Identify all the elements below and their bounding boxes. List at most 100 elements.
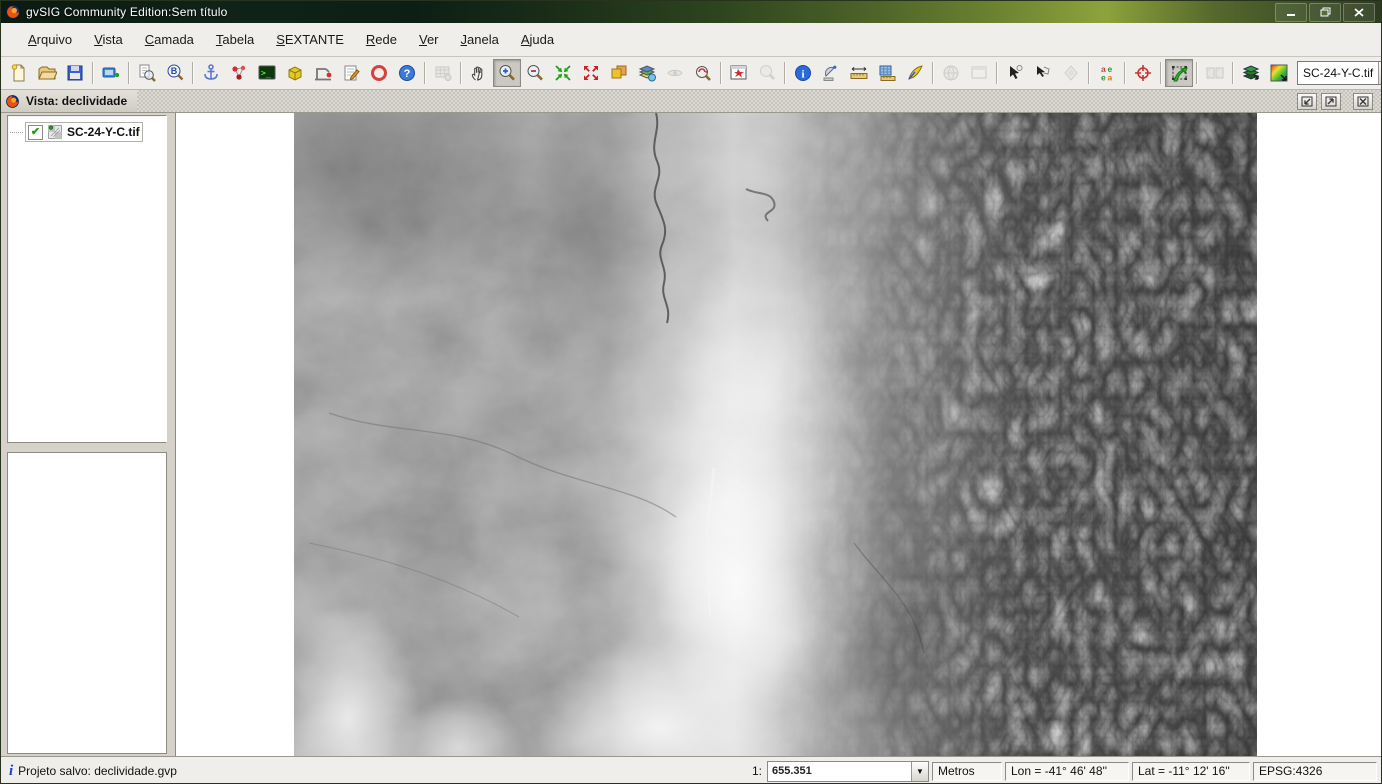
select-by-buffer-button[interactable] [1057,59,1085,87]
zoom-manager-button[interactable] [689,59,717,87]
toolbar-separator [720,62,722,84]
vista-titlebar[interactable]: Vista: declividade [1,90,1381,113]
menu-sextante[interactable]: SEXTANTE [265,28,355,51]
table-settings-button[interactable] [429,59,457,87]
menu-tabela[interactable]: Tabela [205,28,265,51]
new-project-button[interactable] [5,59,33,87]
vista-titlebar-texture [137,90,1289,112]
toolbar-separator [128,62,130,84]
map-canvas[interactable] [175,113,1381,756]
magminus-icon [525,63,545,83]
menu-janela[interactable]: Janela [450,28,510,51]
menu-vista[interactable]: Vista [83,28,134,51]
sextante-toolbox-button[interactable] [197,59,225,87]
select-by-polygon-button[interactable] [1029,59,1057,87]
save-project-button[interactable] [61,59,89,87]
measure-area-button[interactable] [873,59,901,87]
menu-rede[interactable]: Rede [355,28,408,51]
toolbar-separator [932,62,934,84]
toolbar-buttons: B >_? i aeea [5,57,1293,89]
zoom-out-button[interactable] [521,59,549,87]
zoom-selection-button[interactable] [549,59,577,87]
toolbar-separator [1088,62,1090,84]
area-icon [877,63,897,83]
color-table-button[interactable] [1265,59,1293,87]
close-button[interactable] [1343,3,1375,22]
pan-button[interactable] [465,59,493,87]
folder-icon [37,63,57,83]
raster-info-button[interactable] [817,59,845,87]
toolbar-separator [424,62,426,84]
layer-combo-dropdown-icon[interactable]: ▼ [1378,62,1382,84]
attribute-locator-button[interactable]: aeea [1093,59,1121,87]
raster-layer-select-button[interactable] [1165,59,1193,87]
aeea-icon: aeea [1097,63,1117,83]
locator-panel [7,452,167,754]
svg-text:>_: >_ [261,69,271,78]
menu-camada[interactable]: Camada [134,28,205,51]
web-map-button[interactable] [937,59,965,87]
panel-splitter[interactable] [167,113,175,756]
status-message: Projeto salvo: declividade.gvp [18,764,177,778]
layer-visibility-checkbox[interactable]: ✔ [28,125,43,140]
sextante-history-button[interactable] [309,59,337,87]
layer-manager-button[interactable] [633,59,661,87]
layer-combo[interactable]: SC-24-Y-C.tif ▼ [1297,61,1382,85]
map-frame-button[interactable] [725,59,753,87]
info-by-point-button[interactable]: i [789,59,817,87]
toc-splitter[interactable] [7,443,167,452]
page-zoom-button[interactable] [133,59,161,87]
scale-dropdown-icon[interactable]: ▼ [911,762,928,781]
toolbar-separator [996,62,998,84]
new-view-button[interactable] [97,59,125,87]
sextante-record-button[interactable] [365,59,393,87]
sextante-edit-button[interactable] [337,59,365,87]
window-titlebar[interactable]: gvSIG Community Edition:Sem título [1,1,1381,23]
toolbar-separator [192,62,194,84]
center-view-to-point-button[interactable] [1129,59,1157,87]
sextante-console-button[interactable]: >_ [253,59,281,87]
box-icon [285,63,305,83]
pagemag-icon [137,63,157,83]
arrin-icon [553,63,573,83]
hand-icon [469,63,489,83]
zoom-full-extent-button[interactable] [577,59,605,87]
overview-window-button[interactable] [965,59,993,87]
antenna-icon [821,63,841,83]
raster-bands-button[interactable] [1237,59,1265,87]
measure-distance-button[interactable] [845,59,873,87]
floppy-icon [65,63,85,83]
scale-zoom-button[interactable]: B [161,59,189,87]
frames-icon [1205,63,1225,83]
menu-ver[interactable]: Ver [408,28,450,51]
layer-combo-value: SC-24-Y-C.tif [1298,66,1378,80]
sextante-models-button[interactable] [281,59,309,87]
hyperlink-button[interactable] [901,59,929,87]
locator-zoom-button[interactable] [753,59,781,87]
windis-icon [969,63,989,83]
visibility-button[interactable] [661,59,689,87]
grid-icon [433,63,453,83]
zoom-previous-button[interactable] [605,59,633,87]
vista-title: Vista: declividade [26,94,127,108]
menu-ajuda[interactable]: Ajuda [510,28,565,51]
menu-arquivo[interactable]: Arquivo [17,28,83,51]
open-project-button[interactable] [33,59,61,87]
vista-minimize-button[interactable] [1297,93,1317,110]
sextante-modeler-button[interactable] [225,59,253,87]
raster-frames-button[interactable] [1201,59,1229,87]
bandlay-icon [1241,63,1261,83]
scale-combo[interactable]: 655.351 ▼ [767,761,929,782]
select-by-point-button[interactable] [1001,59,1029,87]
selsh-icon [1033,63,1053,83]
vista-maximize-button[interactable] [1321,93,1341,110]
gvsig-logo-icon [5,4,21,20]
left-column: ✔ SC-24-Y-C.tif [1,113,167,756]
toc-layer-item[interactable]: ✔ SC-24-Y-C.tif [25,122,143,142]
sextante-help-button[interactable]: ? [393,59,421,87]
restore-button[interactable] [1309,3,1341,22]
vista-close-button[interactable] [1353,93,1373,110]
statusbar: i Projeto salvo: declividade.gvp 1: 655.… [1,756,1381,784]
minimize-button[interactable] [1275,3,1307,22]
zoom-in-button[interactable] [493,59,521,87]
